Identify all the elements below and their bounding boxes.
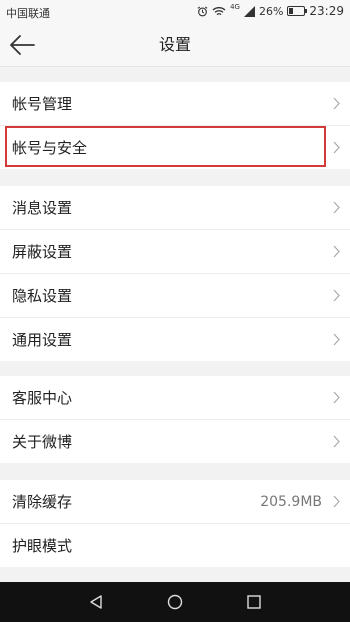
chevron-right-icon [333,289,340,302]
row-label: 帐号与安全 [12,139,88,157]
status-icons: 4G 26% 23:29 [197,3,344,18]
settings-group-storage: 清除缓存 205.9MB 护眼模式 [0,480,350,567]
row-label: 清除缓存 [12,493,73,511]
settings-row-privacy[interactable]: 隐私设置 [0,274,350,318]
settings-row-account-management[interactable]: 帐号管理 [0,82,350,126]
carrier-label: 中国联通 [6,7,50,20]
chevron-right-icon [333,333,340,346]
settings-group-support: 客服中心 关于微博 [0,376,350,463]
settings-row-customer-service[interactable]: 客服中心 [0,376,350,420]
row-label: 隐私设置 [12,287,73,305]
signal-icon [243,5,255,17]
settings-row-eye-care[interactable]: 护眼模式 [0,524,350,567]
wifi-icon [212,6,226,15]
row-label: 消息设置 [12,199,73,217]
chevron-right-icon [333,245,340,258]
row-label: 帐号管理 [12,95,73,113]
chevron-right-icon [333,391,340,404]
cache-size-value: 205.9MB [260,493,322,510]
settings-row-about[interactable]: 关于微博 [0,420,350,463]
chevron-right-icon [333,495,340,508]
header: 设置 [0,24,350,67]
page-title: 设置 [158,35,191,54]
battery-fill [289,8,294,14]
settings-row-clear-cache[interactable]: 清除缓存 205.9MB [0,480,350,524]
settings-row-block[interactable]: 屏蔽设置 [0,230,350,274]
battery-percent: 26% [258,4,284,18]
row-label: 客服中心 [12,389,73,407]
battery-icon [287,6,308,16]
network-type-label: 4G [230,3,240,11]
row-label: 关于微博 [12,433,73,451]
row-label: 屏蔽设置 [12,243,73,261]
settings-group-account: 帐号管理 帐号与安全 [0,82,350,169]
status-bar: 中国联通 4G 26% 23:29 [0,0,350,24]
row-label: 护眼模式 [12,537,73,555]
settings-row-account-security[interactable]: 帐号与安全 [0,126,350,169]
clock: 23:29 [309,4,344,18]
settings-row-message[interactable]: 消息设置 [0,186,350,230]
settings-row-general[interactable]: 通用设置 [0,318,350,361]
circle-home-icon[interactable] [167,594,183,610]
chevron-right-icon [333,141,340,154]
triangle-back-icon[interactable] [88,594,104,610]
row-label: 通用设置 [12,331,73,349]
chevron-right-icon [333,97,340,110]
chevron-right-icon [333,201,340,214]
chevron-right-icon [333,435,340,448]
system-nav-bar [0,582,350,622]
square-recents-icon[interactable] [246,594,262,610]
alarm-icon [197,6,208,16]
settings-group-preferences: 消息设置 屏蔽设置 隐私设置 通用设置 [0,186,350,361]
